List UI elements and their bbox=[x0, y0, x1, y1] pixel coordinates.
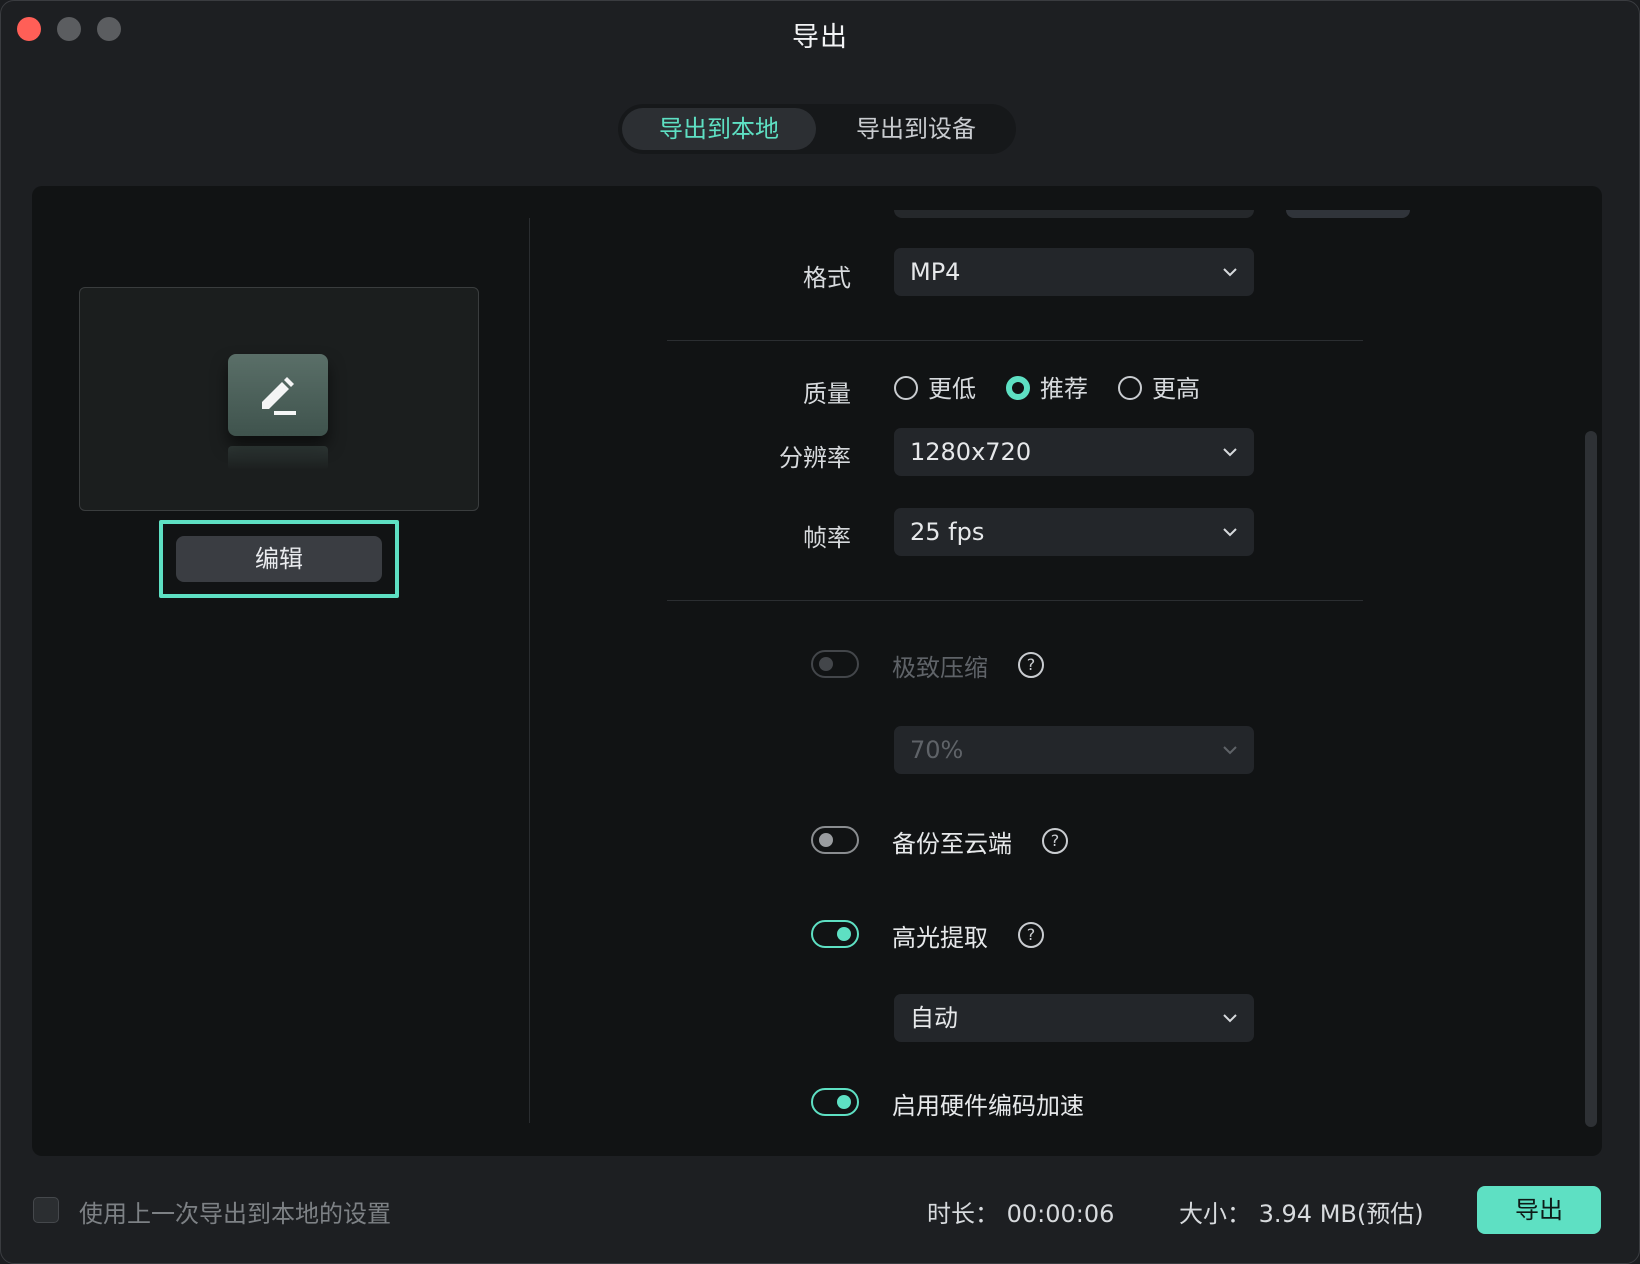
chevron-down-icon bbox=[1223, 1014, 1237, 1023]
export-dialog: 导出 导出到本地 导出到设备 编辑 格式 MP4 质量 更低 推荐 更高 分辨率… bbox=[0, 0, 1640, 1264]
highlight-help-icon[interactable]: ? bbox=[1018, 922, 1044, 948]
compression-help-icon[interactable]: ? bbox=[1018, 652, 1044, 678]
preview-thumbnail bbox=[79, 287, 479, 511]
reuse-settings-label: 使用上一次导出到本地的设置 bbox=[79, 1200, 391, 1228]
size-estimate-text: 大小： 3.94 MB(预估) bbox=[1179, 1200, 1424, 1228]
quality-label: 质量 bbox=[803, 380, 851, 408]
format-value: MP4 bbox=[910, 258, 961, 286]
icon-reflection bbox=[228, 446, 328, 470]
section-divider bbox=[667, 340, 1363, 341]
scrolled-field-edge bbox=[894, 210, 1254, 218]
hw-accel-label: 启用硬件编码加速 bbox=[892, 1092, 1084, 1120]
cloud-backup-help-icon[interactable]: ? bbox=[1042, 828, 1068, 854]
framerate-value: 25 fps bbox=[910, 518, 985, 546]
section-divider bbox=[667, 600, 1363, 601]
hw-accel-toggle[interactable] bbox=[811, 1088, 859, 1116]
chevron-down-icon bbox=[1223, 268, 1237, 277]
resolution-value: 1280x720 bbox=[910, 438, 1032, 466]
framerate-select[interactable]: 25 fps bbox=[894, 508, 1254, 556]
compression-level-select[interactable]: 70% bbox=[894, 726, 1254, 774]
chevron-down-icon bbox=[1223, 528, 1237, 537]
resolution-select[interactable]: 1280x720 bbox=[894, 428, 1254, 476]
export-button[interactable]: 导出 bbox=[1477, 1186, 1601, 1234]
export-target-tabs: 导出到本地 导出到设备 bbox=[618, 104, 1016, 154]
chevron-down-icon bbox=[1223, 746, 1237, 755]
highlight-mode-value: 自动 bbox=[910, 1004, 958, 1032]
settings-panel: 编辑 格式 MP4 质量 更低 推荐 更高 分辨率 1280x720 帧率 25… bbox=[32, 186, 1602, 1156]
highlight-toggle[interactable] bbox=[811, 920, 859, 948]
chevron-down-icon bbox=[1223, 448, 1237, 457]
edit-icon bbox=[228, 354, 328, 436]
compression-value: 70% bbox=[910, 736, 964, 764]
panel-divider bbox=[529, 218, 530, 1123]
window-title: 导出 bbox=[792, 22, 848, 53]
compression-toggle[interactable] bbox=[811, 650, 859, 678]
framerate-label: 帧率 bbox=[803, 524, 851, 552]
settings-scrollbar[interactable] bbox=[1585, 431, 1597, 1127]
resolution-label: 分辨率 bbox=[779, 444, 851, 472]
duration-text: 时长： 00:00:06 bbox=[927, 1200, 1115, 1228]
reuse-settings-checkbox[interactable] bbox=[33, 1197, 59, 1223]
format-label: 格式 bbox=[803, 264, 851, 292]
edit-button[interactable]: 编辑 bbox=[176, 536, 382, 582]
format-select[interactable]: MP4 bbox=[894, 248, 1254, 296]
scrolled-button-edge bbox=[1286, 210, 1410, 218]
tab-export-local[interactable]: 导出到本地 bbox=[622, 108, 816, 150]
highlight-label: 高光提取 bbox=[892, 924, 988, 952]
cloud-backup-label: 备份至云端 bbox=[892, 830, 1012, 858]
cloud-backup-toggle[interactable] bbox=[811, 826, 859, 854]
highlight-mode-select[interactable]: 自动 bbox=[894, 994, 1254, 1042]
compression-label: 极致压缩 bbox=[892, 654, 988, 682]
tab-export-device[interactable]: 导出到设备 bbox=[820, 108, 1012, 150]
